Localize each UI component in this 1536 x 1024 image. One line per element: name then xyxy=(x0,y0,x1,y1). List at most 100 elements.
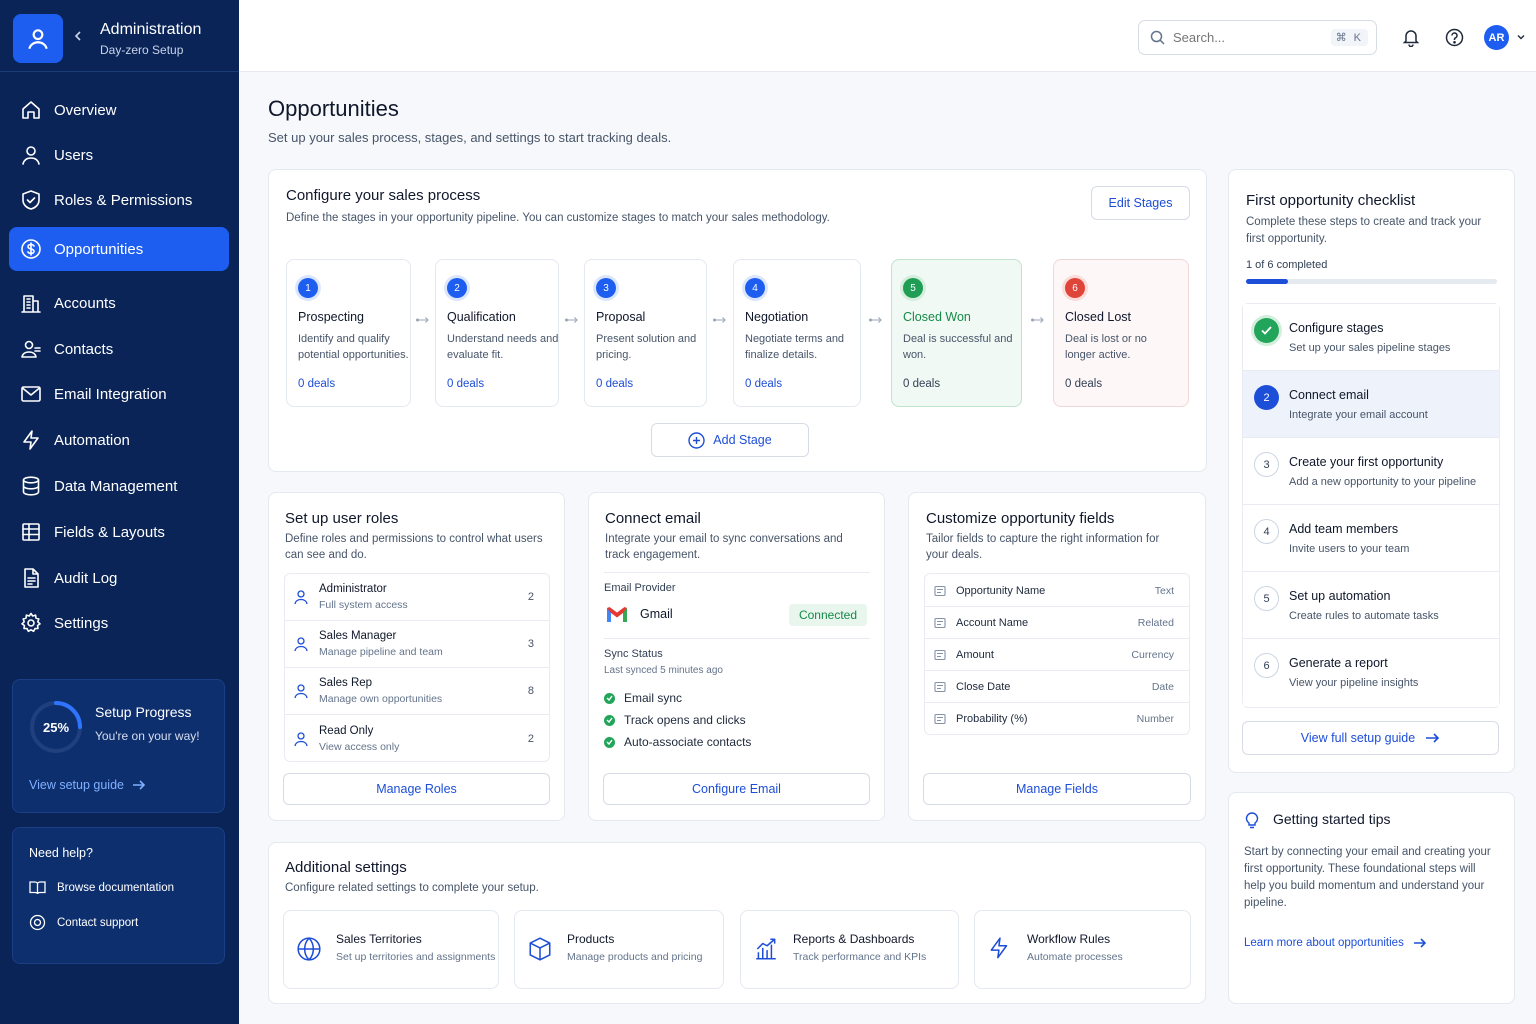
sidebar-item-accounts[interactable]: Accounts xyxy=(9,281,229,325)
search-input[interactable] xyxy=(1173,30,1323,45)
chevron-down-icon[interactable] xyxy=(1516,33,1526,41)
field-row[interactable]: Close Date Date xyxy=(924,671,1190,703)
back-chevron-icon[interactable] xyxy=(72,29,84,43)
avatar[interactable]: AR xyxy=(1484,25,1509,50)
bolt-icon xyxy=(987,936,1013,962)
add-stage-button[interactable]: Add Stage xyxy=(651,423,809,457)
connect-email-title: Connect email xyxy=(605,510,701,527)
view-full-guide-button[interactable]: View full setup guide xyxy=(1242,721,1499,755)
checklist-item[interactable]: 4 Add team members Invite users to your te… xyxy=(1243,505,1499,572)
field-row[interactable]: Account Name Related xyxy=(924,607,1190,639)
role-row[interactable]: Administrator Full system access 2 xyxy=(284,574,550,621)
help-icon[interactable] xyxy=(1445,28,1464,47)
bell-icon[interactable] xyxy=(1402,28,1420,47)
email-feature-label: Email sync xyxy=(624,691,683,705)
sidebar-item-settings[interactable]: Settings xyxy=(9,601,229,645)
contact-support-link[interactable]: Contact support xyxy=(29,914,138,931)
stage-number: 3 xyxy=(596,278,616,298)
role-description: View access only xyxy=(319,740,400,753)
manage-roles-button[interactable]: Manage Roles xyxy=(283,773,550,805)
support-icon xyxy=(29,914,46,931)
currency-field-icon xyxy=(934,649,946,661)
sidebar-item-label: Overview xyxy=(54,101,117,119)
field-name: Amount xyxy=(956,648,994,661)
checklist-item[interactable]: 3 Create your first opportunity Add a new … xyxy=(1243,438,1499,505)
sidebar-item-email-integration[interactable]: Email Integration xyxy=(9,372,229,416)
stage-deal-count: 0 deals xyxy=(903,378,941,390)
sidebar-item-audit-log[interactable]: Audit Log xyxy=(9,556,229,600)
field-row[interactable]: Opportunity Name Text xyxy=(924,575,1190,607)
sidebar-item-label: Audit Log xyxy=(54,569,118,587)
stage-title: Prospecting xyxy=(298,310,365,324)
stage-description: Identify and qualify potential opportuni… xyxy=(298,333,409,361)
settings-tile-sales-territories[interactable]: Sales Territories Set up territories and … xyxy=(283,910,499,989)
configure-email-button[interactable]: Configure Email xyxy=(603,773,870,805)
stage-card-proposal[interactable]: 3 Proposal Present solution and pricing. 0 … xyxy=(584,259,707,407)
book-icon xyxy=(29,881,46,895)
checklist-item[interactable]: 5 Set up automation Create rules to automa… xyxy=(1243,572,1499,639)
role-text: Sales Rep Manage own opportunities xyxy=(319,677,442,705)
field-type: Currency xyxy=(1131,648,1174,661)
sidebar-item-roles-permissions[interactable]: Roles & Permissions xyxy=(9,178,229,222)
sidebar-item-users[interactable]: Users xyxy=(9,133,229,177)
stage-card-prospecting[interactable]: 1 Prospecting Identify and qualify potenti… xyxy=(286,259,411,407)
checklist-item[interactable]: 2 Connect email Integrate your email accou… xyxy=(1243,371,1499,438)
role-text: Sales Manager Manage pipeline and team xyxy=(319,630,443,658)
tips-body: Start by connecting your email and creat… xyxy=(1244,846,1491,909)
stage-card-closed-won[interactable]: 5 Closed Won Deal is successful and won. 0 … xyxy=(891,259,1022,407)
arrow-right-icon xyxy=(132,780,146,790)
field-row[interactable]: Amount Currency xyxy=(924,639,1190,671)
edit-stages-button[interactable]: Edit Stages xyxy=(1091,186,1190,220)
sales-process-title: Configure your sales process xyxy=(286,187,481,204)
checklist-progress-label: 1 of 6 completed xyxy=(1246,259,1328,271)
sidebar-item-fields-layouts[interactable]: Fields & Layouts xyxy=(9,510,229,554)
divider xyxy=(604,638,870,639)
manage-fields-button[interactable]: Manage Fields xyxy=(923,773,1191,805)
sidebar-item-opportunities[interactable]: Opportunities xyxy=(9,227,229,271)
top-bar: ⌘ K AR xyxy=(239,0,1536,72)
connect-email-subtitle: Integrate your email to sync conversatio… xyxy=(605,533,843,561)
settings-tile-workflow-rules[interactable]: Workflow Rules Automate processes xyxy=(974,910,1191,989)
stage-deal-count: 0 deals xyxy=(745,378,783,390)
stage-card-closed-lost[interactable]: 6 Closed Lost Deal is lost or no longer ac… xyxy=(1053,259,1189,407)
checklist-item-title: Generate a report xyxy=(1289,656,1388,670)
field-row[interactable]: Probability (%) Number xyxy=(924,703,1190,735)
progress-percent: 25% xyxy=(42,720,70,735)
field-name: Probability (%) xyxy=(956,713,1028,725)
stage-description: Deal is lost or no longer active. xyxy=(1065,333,1147,361)
settings-tile-products[interactable]: Products Manage products and pricing xyxy=(514,910,724,989)
learn-more-link[interactable]: Learn more about opportunities xyxy=(1244,937,1427,949)
role-user-count: 3 xyxy=(527,638,534,650)
stage-title: Qualification xyxy=(447,310,516,324)
sidebar-item-contacts[interactable]: Contacts xyxy=(9,327,229,371)
checklist-item[interactable]: Configure stages Set up your sales pipeli… xyxy=(1243,304,1499,371)
stage-description: Deal is successful and won. xyxy=(903,333,1013,361)
sidebar-item-label: Automation xyxy=(54,431,130,449)
role-description: Manage pipeline and team xyxy=(319,646,443,658)
stage-title: Negotiation xyxy=(745,310,809,324)
stage-card-negotiation[interactable]: 4 Negotiation Negotiate terms and finalize… xyxy=(733,259,861,407)
stage-number: 5 xyxy=(903,278,923,298)
search-icon xyxy=(1150,30,1165,45)
role-row[interactable]: Read Only View access only 2 xyxy=(284,715,550,762)
view-setup-guide-link[interactable]: View setup guide xyxy=(29,778,146,792)
add-stage-label: Add Stage xyxy=(713,433,772,447)
checklist-item-description: View your pipeline insights xyxy=(1289,677,1419,689)
checklist-item-title: Set up automation xyxy=(1289,589,1391,603)
stage-card-qualification[interactable]: 2 Qualification Understand needs and evalu… xyxy=(435,259,559,407)
checklist-item[interactable]: 6 Generate a report View your pipeline ins… xyxy=(1243,639,1499,706)
tile-title: Sales Territories xyxy=(336,932,422,946)
role-row[interactable]: Sales Rep Manage own opportunities 8 xyxy=(284,668,550,715)
sidebar-item-automation[interactable]: Automation xyxy=(9,418,229,462)
view-full-guide-label: View full setup guide xyxy=(1300,731,1416,745)
sidebar-item-overview[interactable]: Overview xyxy=(9,88,229,132)
search-box[interactable]: ⌘ K xyxy=(1138,20,1377,55)
checklist-title: First opportunity checklist xyxy=(1246,192,1416,209)
browse-docs-link[interactable]: Browse documentation xyxy=(29,880,174,895)
browse-docs-label: Browse documentation xyxy=(57,881,174,894)
sidebar-item-data-management[interactable]: Data Management xyxy=(9,464,229,508)
settings-tile-reports-dashboards[interactable]: Reports & Dashboards Track performance an… xyxy=(740,910,959,989)
additional-settings-title: Additional settings xyxy=(285,859,407,876)
role-row[interactable]: Sales Manager Manage pipeline and team 3 xyxy=(284,621,550,668)
learn-more-label: Learn more about opportunities xyxy=(1244,937,1404,949)
